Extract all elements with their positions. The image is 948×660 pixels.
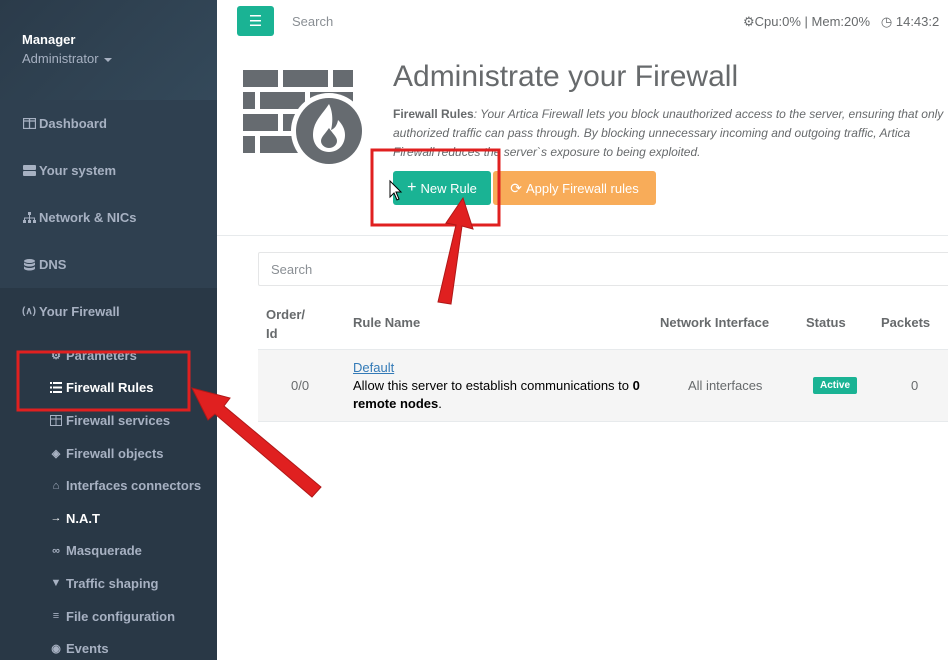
- sidebar-item-label: Your Firewall: [39, 304, 120, 319]
- plus-icon: +: [407, 179, 417, 196]
- new-rule-button[interactable]: + New Rule: [393, 171, 491, 205]
- filter-icon: ▼: [50, 577, 62, 590]
- list-icon: [49, 382, 63, 394]
- firewall-submenu: ⚙ Parameters Firewall Rules Firewall serv…: [0, 335, 217, 660]
- top-navbar: ☰ Search ⚙Cpu:0% | Mem:20% ◷ 14:43:2: [217, 0, 948, 44]
- submenu-item-traffic-shaping[interactable]: ▼ Traffic shaping: [0, 567, 217, 600]
- columns-icon: [22, 118, 36, 130]
- arrow-right-icon: →: [50, 512, 62, 525]
- mem-usage: Mem:20%: [811, 14, 871, 29]
- firewall-icon: (∧): [22, 306, 36, 317]
- clock-time: 14:43:2: [895, 14, 940, 29]
- system-stats: ⚙Cpu:0% | Mem:20% ◷ 14:43:2: [743, 14, 940, 29]
- page-description: Firewall Rules: Your Artica Firewall let…: [393, 105, 948, 162]
- user-role-dropdown[interactable]: Administrator: [22, 51, 217, 66]
- profile-block: Manager Administrator: [0, 0, 217, 100]
- column-header-rule-name[interactable]: Rule Name: [353, 315, 420, 330]
- router-icon: ⌂: [52, 479, 60, 492]
- apply-firewall-rules-button[interactable]: ⟳ Apply Firewall rules: [493, 171, 656, 205]
- rule-name-link[interactable]: Default: [353, 360, 394, 375]
- submenu-item-label: Masquerade: [66, 543, 142, 559]
- caret-down-icon: [103, 57, 112, 62]
- refresh-icon: ⟳: [510, 179, 523, 196]
- mask-icon: ∞: [52, 544, 60, 557]
- sidebar: Manager Administrator Dashboard Your sys…: [0, 0, 217, 660]
- clock-icon: ◷: [880, 14, 893, 29]
- cpu-usage: Cpu:0%: [754, 14, 801, 29]
- rule-name-cell: Default Allow this server to establish c…: [353, 359, 653, 413]
- bars-icon: ☰: [248, 13, 263, 30]
- submenu-item-events[interactable]: ◉ Events: [0, 632, 217, 660]
- column-header-label: Order/ Id: [266, 307, 306, 341]
- page-title: Administrate your Firewall: [393, 60, 739, 93]
- sidebar-item-label: Network & NICs: [39, 210, 137, 225]
- column-header-packets[interactable]: Packets: [881, 315, 930, 330]
- rule-desc-pre: Allow this server to establish communica…: [353, 378, 633, 393]
- submenu-item-firewall-rules[interactable]: Firewall Rules: [0, 372, 217, 405]
- column-header-status[interactable]: Status: [806, 315, 846, 330]
- sidebar-item-label: Dashboard: [39, 116, 107, 131]
- submenu-item-label: Firewall services: [66, 412, 171, 428]
- table-icon: [49, 414, 63, 426]
- sidebar-item-label: Your system: [39, 163, 117, 178]
- rule-desc-nodes: remote nodes: [353, 396, 439, 411]
- submenu-item-label: N.A.T: [66, 510, 100, 526]
- new-rule-label: New Rule: [420, 180, 477, 196]
- submenu-item-nat[interactable]: → N.A.T: [0, 502, 217, 535]
- user-name: Manager: [22, 32, 76, 47]
- rule-packets: 0: [911, 378, 919, 393]
- description-text: : Your Artica Firewall lets you block un…: [393, 107, 944, 159]
- rule-order: 0/0: [291, 378, 310, 393]
- rule-desc-post: .: [438, 396, 442, 411]
- submenu-item-label: Firewall Rules: [66, 380, 154, 396]
- submenu-item-file-configuration[interactable]: ≡ File configuration: [0, 600, 217, 633]
- cpu-chip-icon: ⚙: [743, 14, 755, 29]
- database-icon: [22, 258, 36, 271]
- apply-label: Apply Firewall rules: [526, 180, 639, 196]
- column-header-network-interface[interactable]: Network Interface: [660, 315, 769, 330]
- submenu-item-masquerade[interactable]: ∞ Masquerade: [0, 535, 217, 568]
- user-role-label: Administrator: [22, 51, 99, 66]
- status-badge: Active: [813, 377, 858, 394]
- column-header-order[interactable]: Order/ Id: [266, 305, 310, 343]
- submenu-item-label: File configuration: [66, 608, 176, 624]
- table-row[interactable]: 0/0 Default Allow this server to establi…: [258, 350, 948, 422]
- description-label: Firewall Rules: [393, 107, 474, 121]
- server-icon: [22, 165, 36, 177]
- table-search-input[interactable]: Search: [258, 252, 948, 286]
- submenu-item-parameters[interactable]: ⚙ Parameters: [0, 339, 217, 372]
- header-divider: [217, 235, 948, 236]
- sidebar-item-dashboard[interactable]: Dashboard: [0, 100, 217, 147]
- submenu-item-label: Firewall objects: [66, 445, 164, 461]
- submenu-item-firewall-services[interactable]: Firewall services: [0, 404, 217, 437]
- eye-icon: ◉: [51, 643, 61, 656]
- sidebar-item-network[interactable]: Network & NICs: [0, 194, 217, 241]
- top-search-input[interactable]: Search: [292, 14, 333, 29]
- rule-desc-count: 0: [632, 378, 640, 393]
- cubes-icon: ◈: [51, 447, 61, 460]
- submenu-item-firewall-objects[interactable]: ◈ Firewall objects: [0, 437, 217, 470]
- submenu-item-label: Parameters: [66, 347, 137, 363]
- sidebar-item-your-firewall[interactable]: (∧) Your Firewall: [0, 288, 217, 335]
- sidebar-item-label: DNS: [39, 257, 67, 272]
- submenu-item-label: Interfaces connectors: [66, 478, 202, 494]
- sidebar-item-your-system[interactable]: Your system: [0, 147, 217, 194]
- rule-network-interface: All interfaces: [688, 378, 763, 393]
- gears-icon: ⚙: [51, 349, 61, 362]
- bars-icon: ≡: [52, 610, 60, 623]
- menu-toggle-button[interactable]: ☰: [237, 6, 274, 36]
- submenu-item-interfaces-connectors[interactable]: ⌂ Interfaces connectors: [0, 469, 217, 502]
- submenu-item-label: Traffic shaping: [66, 575, 159, 591]
- sitemap-icon: [22, 212, 36, 224]
- arrow-to-new-rule: [437, 196, 474, 305]
- submenu-item-label: Events: [66, 641, 109, 657]
- sidebar-item-dns[interactable]: DNS: [0, 241, 217, 288]
- firewall-brick-icon: [243, 70, 371, 170]
